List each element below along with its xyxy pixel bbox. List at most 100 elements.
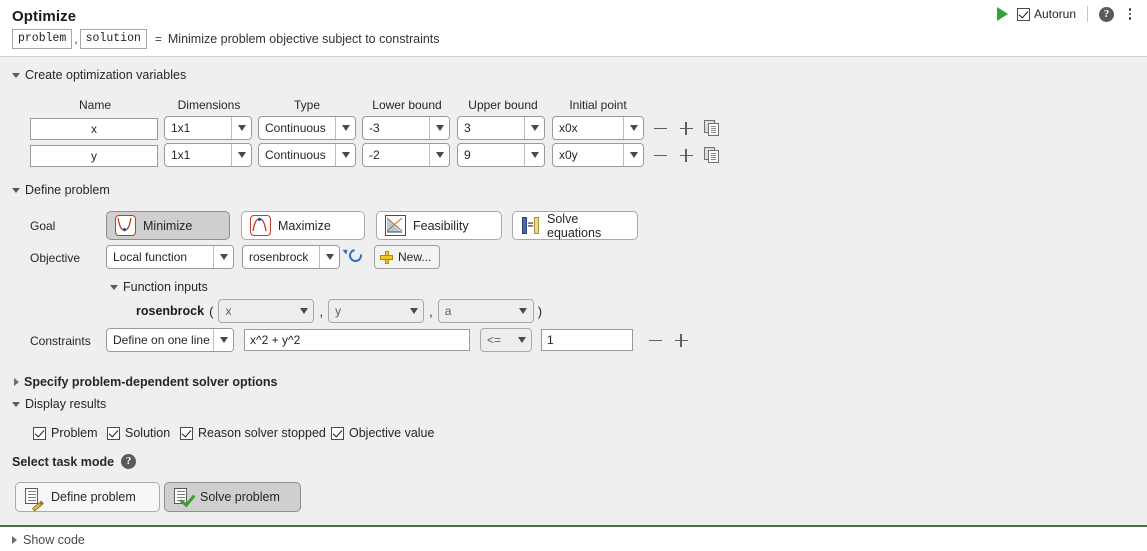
section-display-results[interactable]: Display results (12, 397, 106, 411)
chevron-down-icon (335, 117, 355, 139)
task-mode-define-problem[interactable]: Define problem (15, 482, 160, 512)
add-variable-row2-button[interactable] (678, 144, 694, 166)
display-checkbox-solution[interactable]: Solution (107, 426, 170, 440)
chevron-right-icon (12, 536, 17, 544)
variable-dimensions-value-row1: 1x1 (171, 121, 191, 135)
column-header-dimensions: Dimensions (177, 98, 241, 112)
help-icon[interactable]: ? (1099, 6, 1114, 22)
chevron-down-icon (404, 300, 424, 322)
function-input-select-3[interactable]: a (437, 299, 534, 323)
objective-function-select[interactable]: rosenbrock (242, 245, 340, 269)
chevron-down-icon (512, 329, 531, 351)
minus-icon (653, 122, 667, 135)
display-checkbox-label: Reason solver stopped (198, 426, 326, 440)
header-divider (1087, 6, 1088, 22)
autorun-toggle[interactable]: Autorun (1016, 7, 1076, 21)
remove-constraint-button[interactable] (647, 329, 663, 351)
plus-icon (674, 333, 688, 347)
variable-lower-bound-select-row1[interactable]: -3 (362, 116, 450, 140)
constraint-value-input[interactable] (541, 329, 633, 351)
variable-upper-bound-value-row2: 9 (464, 148, 471, 162)
autorun-checkbox[interactable] (1016, 7, 1030, 21)
chevron-down-icon (231, 144, 251, 166)
variable-initial-point-select-row2[interactable]: x0y (552, 143, 644, 167)
chevron-down-icon (12, 73, 20, 78)
solve-problem-icon (173, 487, 196, 507)
column-header-initial-point: Initial point (569, 98, 627, 112)
objective-source-select[interactable]: Local function (106, 245, 234, 269)
variable-initial-point-value-row2: x0y (559, 148, 578, 162)
new-function-label: New... (398, 250, 432, 264)
constraint-operator-select[interactable]: <= (480, 328, 532, 352)
new-function-button[interactable]: New... (374, 245, 441, 269)
task-mode-label: Select task mode (12, 454, 115, 469)
checkbox-box[interactable] (33, 426, 46, 440)
minus-icon (648, 334, 662, 347)
variable-lower-bound-select-row2[interactable]: -2 (362, 143, 450, 167)
show-code-toggle[interactable]: Show code (0, 527, 1147, 547)
function-input-value-1: x (225, 304, 232, 318)
section-label: Define problem (25, 183, 110, 197)
task-mode-option-label: Define problem (51, 490, 136, 504)
function-input-select-1[interactable]: x (218, 299, 315, 323)
display-checkbox-problem[interactable]: Problem (33, 426, 98, 440)
arg-separator: , (319, 303, 324, 319)
section-define-problem[interactable]: Define problem (12, 183, 110, 197)
solve-equations-icon: = (521, 216, 540, 235)
variable-initial-point-select-row1[interactable]: x0x (552, 116, 644, 140)
variable-lower-bound-value-row2: -2 (369, 148, 380, 162)
display-checkbox-objective-value[interactable]: Objective value (331, 426, 434, 440)
help-icon[interactable]: ? (121, 454, 137, 469)
goal-option-maximize[interactable]: Maximize (241, 211, 365, 240)
variable-name-input-row2[interactable] (30, 145, 158, 167)
checkbox-box[interactable] (331, 426, 344, 440)
constraint-operator-value: <= (487, 333, 502, 347)
function-input-select-2[interactable]: y (328, 299, 425, 323)
section-label: Specify problem-dependent solver options (24, 375, 278, 389)
signature-comma: , (74, 32, 78, 46)
run-play-icon[interactable] (996, 7, 1008, 21)
variable-upper-bound-value-row1: 3 (464, 121, 471, 135)
arg-separator: , (429, 303, 433, 319)
column-header-upper-bound: Upper bound (468, 98, 538, 112)
variable-lower-bound-value-row1: -3 (369, 121, 380, 135)
goal-option-feasibility[interactable]: Feasibility (376, 211, 502, 240)
more-options-icon[interactable] (1123, 6, 1137, 22)
section-label: Function inputs (123, 280, 208, 294)
task-mode-option-label: Solve problem (200, 490, 280, 504)
variable-name-input-row1[interactable] (30, 118, 158, 140)
variable-type-select-row2[interactable]: Continuous (258, 143, 356, 167)
variable-upper-bound-select-row2[interactable]: 9 (457, 143, 545, 167)
constraints-mode-select[interactable]: Define on one line (106, 328, 234, 352)
goal-option-label: Feasibility (413, 218, 469, 233)
add-constraint-button[interactable] (673, 329, 689, 351)
constraints-label: Constraints (30, 334, 91, 348)
chevron-down-icon (294, 300, 314, 322)
variable-type-select-row1[interactable]: Continuous (258, 116, 356, 140)
constraints-mode-value: Define on one line (113, 333, 210, 347)
remove-variable-row1-button[interactable] (652, 117, 668, 139)
chevron-down-icon (513, 300, 533, 322)
checkbox-box[interactable] (107, 426, 120, 440)
goal-option-minimize[interactable]: Minimize (106, 211, 230, 240)
section-function-inputs[interactable]: Function inputs (110, 280, 208, 294)
add-plus-icon (380, 250, 393, 264)
task-mode-solve-problem[interactable]: Solve problem (164, 482, 301, 512)
variable-dimensions-select-row1[interactable]: 1x1 (164, 116, 252, 140)
goal-option-label: Maximize (278, 218, 331, 233)
display-checkbox-reason-solver-stopped[interactable]: Reason solver stopped (180, 426, 326, 440)
section-create-optimization-variables[interactable]: Create optimization variables (12, 68, 186, 82)
variable-dimensions-select-row2[interactable]: 1x1 (164, 143, 252, 167)
variable-initial-point-value-row1: x0x (559, 121, 578, 135)
constraint-expression-input[interactable] (244, 329, 470, 351)
variable-upper-bound-select-row1[interactable]: 3 (457, 116, 545, 140)
close-paren: ) (537, 303, 543, 319)
goal-option-solve-equations[interactable]: = Solve equations (512, 211, 638, 240)
remove-variable-row2-button[interactable] (652, 144, 668, 166)
function-signature-name: rosenbrock (136, 304, 205, 318)
checkbox-box[interactable] (180, 426, 193, 440)
column-header-name: Name (78, 98, 111, 112)
add-variable-row1-button[interactable] (678, 117, 694, 139)
objective-function-value: rosenbrock (249, 250, 309, 264)
section-solver-options[interactable]: Specify problem-dependent solver options (14, 375, 278, 389)
